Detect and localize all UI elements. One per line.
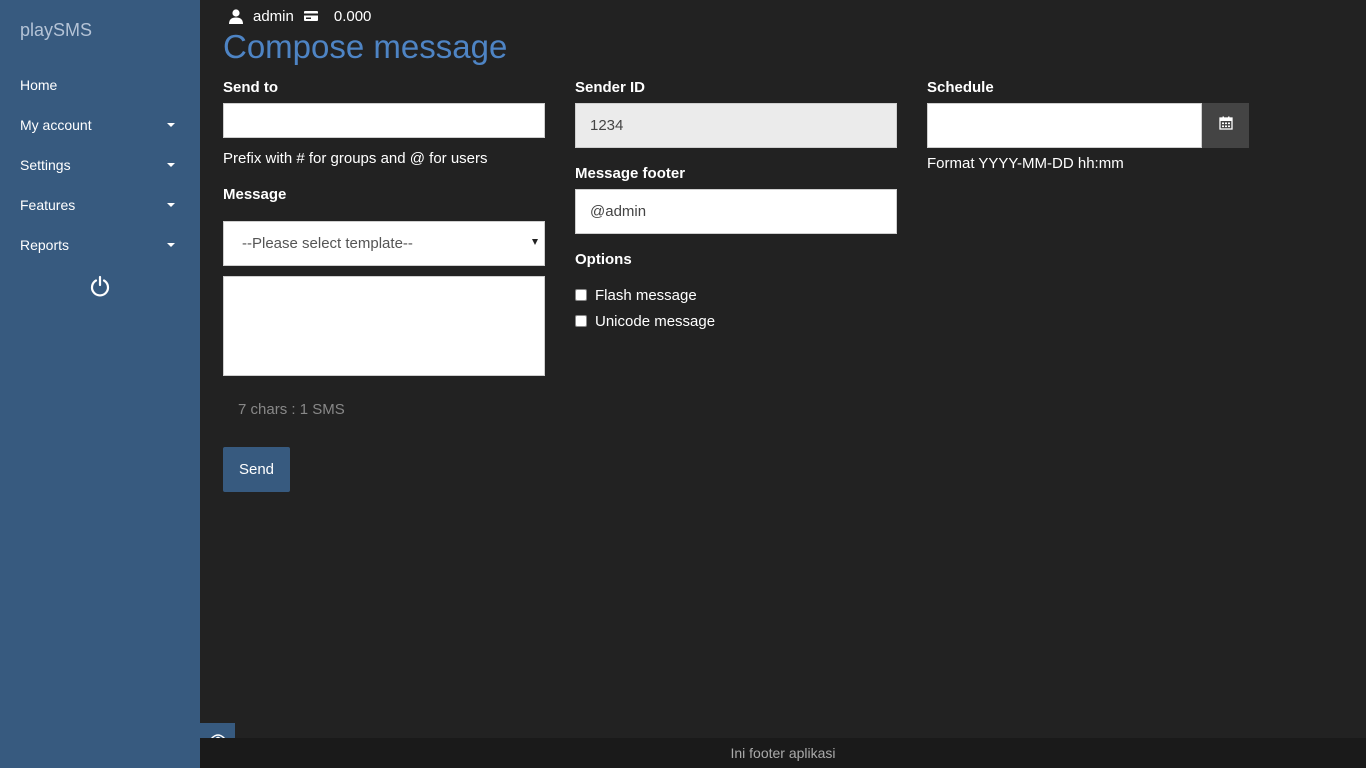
flash-message-checkbox[interactable] bbox=[575, 289, 587, 301]
send-to-label: Send to bbox=[223, 79, 278, 96]
power-icon[interactable] bbox=[89, 275, 111, 297]
message-label: Message bbox=[223, 186, 287, 203]
template-select-value: --Please select template-- bbox=[242, 235, 413, 252]
sidebar-item-label: Home bbox=[20, 77, 58, 93]
caret-down-icon bbox=[532, 239, 538, 245]
caret-down-icon bbox=[167, 163, 175, 167]
message-textarea[interactable] bbox=[223, 276, 545, 376]
schedule-input[interactable] bbox=[927, 103, 1202, 148]
caret-down-icon bbox=[167, 203, 175, 207]
footer-text: Ini footer aplikasi bbox=[730, 745, 836, 761]
sidebar-item-label: Features bbox=[20, 197, 76, 213]
sidebar-item-reports[interactable]: Reports bbox=[0, 225, 200, 265]
page-footer: Ini footer aplikasi bbox=[200, 738, 1366, 768]
send-to-help: Prefix with # for groups and @ for users bbox=[223, 150, 488, 167]
user-bar: admin 0.000 bbox=[228, 6, 371, 26]
sidebar-item-label: Reports bbox=[20, 237, 70, 253]
page-title: Compose message bbox=[223, 28, 508, 65]
send-button[interactable]: Send bbox=[223, 447, 290, 492]
user-icon bbox=[228, 8, 244, 24]
flash-message-label: Flash message bbox=[595, 287, 697, 304]
credit-card-icon bbox=[303, 8, 319, 24]
credit-balance: 0.000 bbox=[333, 7, 372, 25]
message-footer-label: Message footer bbox=[575, 165, 686, 182]
schedule-label: Schedule bbox=[927, 79, 994, 96]
caret-down-icon bbox=[167, 123, 175, 127]
send-to-input[interactable] bbox=[223, 103, 545, 138]
sidebar-item-label: My account bbox=[20, 117, 92, 133]
sidebar-item-settings[interactable]: Settings bbox=[0, 145, 200, 185]
template-select[interactable]: --Please select template-- bbox=[223, 221, 545, 266]
message-footer-input[interactable]: @admin bbox=[575, 189, 897, 234]
username[interactable]: admin bbox=[253, 8, 294, 25]
brand-logo[interactable]: playSMS bbox=[20, 20, 92, 41]
sender-id-field: 1234 bbox=[575, 103, 897, 148]
sidebar: playSMS Home My account Settings Feature… bbox=[0, 0, 200, 768]
sidebar-item-features[interactable]: Features bbox=[0, 185, 200, 225]
schedule-help: Format YYYY-MM-DD hh:mm bbox=[927, 155, 1124, 172]
sidebar-item-home[interactable]: Home bbox=[0, 65, 200, 105]
char-counter: 7 chars : 1 SMS bbox=[238, 401, 345, 418]
options-label: Options bbox=[575, 251, 632, 268]
sidebar-item-my-account[interactable]: My account bbox=[0, 105, 200, 145]
unicode-message-checkbox[interactable] bbox=[575, 315, 587, 327]
calendar-button[interactable] bbox=[1202, 103, 1249, 148]
sender-id-label: Sender ID bbox=[575, 79, 646, 96]
caret-down-icon bbox=[167, 243, 175, 247]
unicode-message-label: Unicode message bbox=[595, 313, 716, 330]
sidebar-item-label: Settings bbox=[20, 157, 71, 173]
calendar-icon bbox=[1218, 116, 1233, 135]
